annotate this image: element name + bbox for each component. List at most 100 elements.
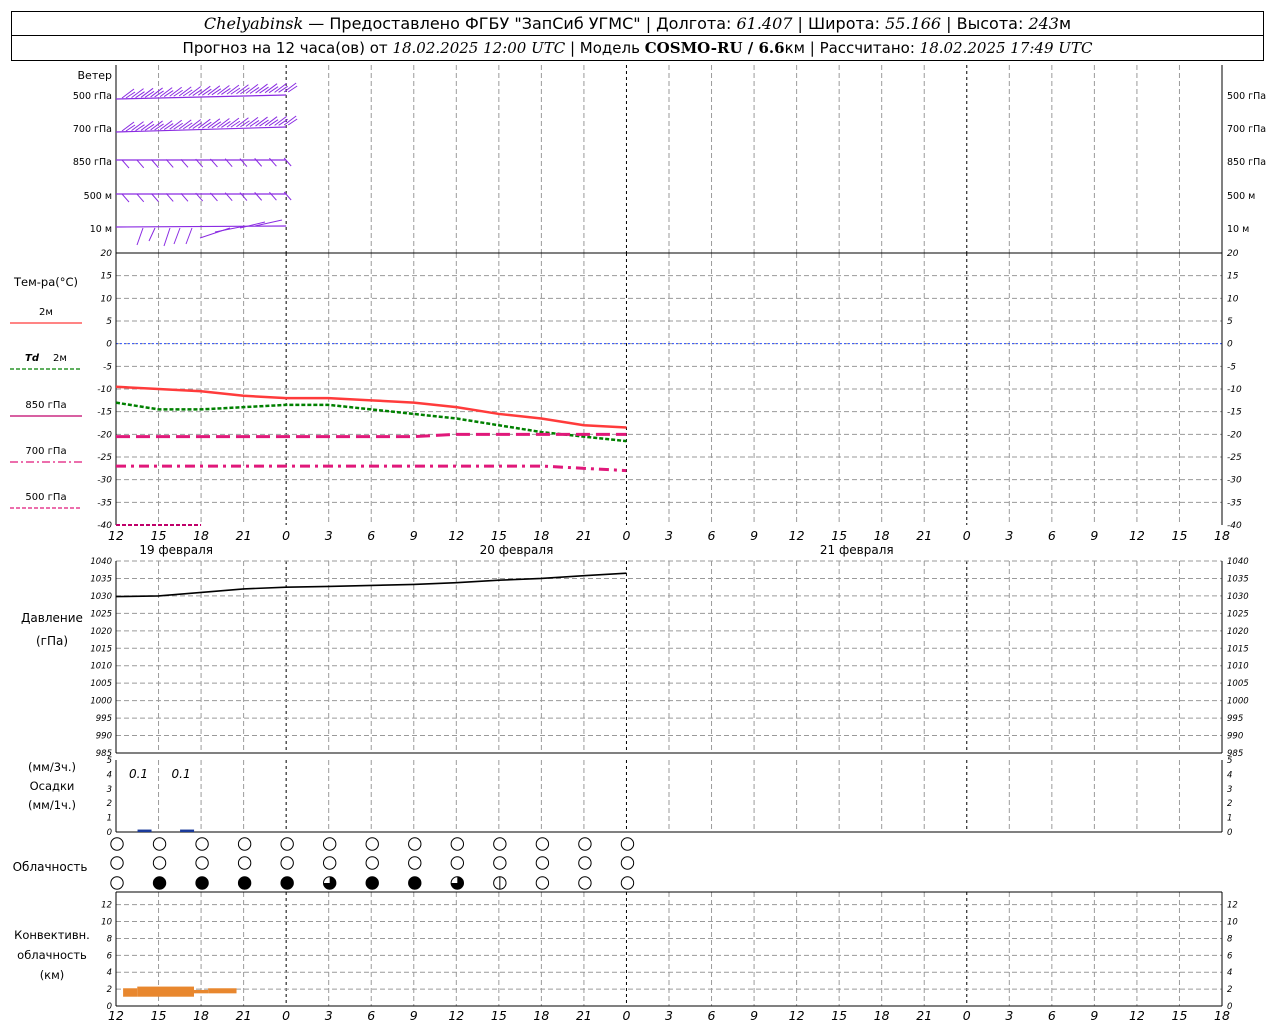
x-hour-label-lower: 18 xyxy=(1214,1008,1230,1023)
wind-barb-10m xyxy=(185,227,193,245)
wind-level-label-left: 700 гПа xyxy=(73,124,112,135)
temp-title: Тем-ра(°C) xyxy=(13,275,78,289)
cloud-cover-circle xyxy=(408,837,422,851)
temp-tick-left: -30 xyxy=(97,476,112,486)
pressure-tick-left: 1030 xyxy=(90,592,112,602)
pressure-title: Давление xyxy=(21,611,83,625)
wind-barb xyxy=(283,191,292,201)
temp-tick-right: 5 xyxy=(1227,317,1233,327)
x-hour-label-upper: 12 xyxy=(108,528,124,543)
temp-tick-right: -5 xyxy=(1227,362,1236,372)
wind-level-label-right: 850 гПа xyxy=(1227,157,1266,168)
wind-shaft xyxy=(115,225,287,228)
temp-tick-right: 15 xyxy=(1227,272,1239,282)
wind-barb-feather xyxy=(268,119,279,127)
x-hour-label-upper: 18 xyxy=(1214,528,1230,543)
wind-barb-10m xyxy=(173,227,181,245)
wind-barb-feather xyxy=(125,91,136,99)
x-hour-label-upper: 0 xyxy=(622,528,630,543)
legend-label: 500 гПа xyxy=(25,492,66,503)
cloud-cover-circle xyxy=(535,856,550,870)
wind-barb-feather xyxy=(287,118,298,126)
temp-tick-right: -25 xyxy=(1227,453,1242,463)
cloud-cover-circle xyxy=(152,876,167,890)
convective-tick-right: 10 xyxy=(1227,918,1238,928)
x-hour-label-upper: 21 xyxy=(916,528,932,543)
pressure-tick-left: 1015 xyxy=(90,644,112,654)
legend-label: 2м xyxy=(39,307,53,318)
x-hour-label-upper: 18 xyxy=(533,528,549,543)
x-hour-label-lower: 9 xyxy=(410,1008,418,1023)
convective-tick-left: 2 xyxy=(107,985,112,995)
wind-barb-feather xyxy=(173,122,183,130)
wind-barb-feather xyxy=(135,124,145,132)
convective-title-2: облачность xyxy=(17,948,87,962)
cloud-cover-circle xyxy=(450,837,465,851)
x-hour-label-upper: 21 xyxy=(236,528,252,543)
x-hour-label-lower: 18 xyxy=(533,1008,549,1023)
x-hour-label-upper: 15 xyxy=(831,528,847,543)
x-hour-label-upper: 15 xyxy=(151,528,167,543)
cloud-cover-circle xyxy=(280,837,294,851)
wind-barb-feather xyxy=(230,87,241,95)
wind-level-label-right: 500 гПа xyxy=(1227,91,1266,102)
temp-tick-right: -20 xyxy=(1227,430,1242,440)
wind-barb-feather xyxy=(211,88,222,96)
wind-barbs xyxy=(115,82,298,247)
convective-tick-right: 8 xyxy=(1227,934,1233,944)
precip-tick-left: 0 xyxy=(107,828,112,838)
legend-prefix: Td xyxy=(25,353,40,364)
temp-tick-left: -35 xyxy=(97,498,112,508)
precip-tick-left: 2 xyxy=(107,799,112,809)
cloud-cover-circle xyxy=(152,837,167,851)
x-hour-label-lower: 12 xyxy=(789,1008,805,1023)
meteogram-chart: Ветер 500 гПа 500 гПа 700 гПа 700 гПа 850 гПа… xyxy=(10,65,1266,1023)
x-hour-label-upper: 3 xyxy=(1005,528,1013,543)
precip-bar xyxy=(180,829,195,832)
wind-barb xyxy=(136,193,145,203)
cloud-cover-circle xyxy=(578,876,592,890)
precip-tick-right: 5 xyxy=(1227,756,1232,766)
wind-barb-feather xyxy=(202,121,212,129)
wind-barb xyxy=(121,159,130,169)
temp-tick-right: 0 xyxy=(1227,340,1233,350)
wind-barb-feather xyxy=(221,88,231,95)
pressure-unit: (гПа) xyxy=(36,634,68,648)
cloud-cover-circle xyxy=(195,876,209,890)
wind-barb-feather xyxy=(192,122,203,129)
cloud-cover-circle xyxy=(620,837,635,851)
pressure-tick-right: 1000 xyxy=(1227,697,1249,707)
temp-tick-left: -15 xyxy=(97,408,112,418)
x-hour-label-lower: 6 xyxy=(708,1008,716,1023)
x-hour-label-upper: 18 xyxy=(193,528,209,543)
wind-barb-feather xyxy=(173,89,183,97)
wind-title: Ветер xyxy=(78,69,112,82)
wind-level-label-left: 500 гПа xyxy=(73,91,112,102)
wind-barb-feather xyxy=(268,86,279,94)
wind-barb-feather xyxy=(163,90,174,98)
wind-barb-feather xyxy=(163,123,174,131)
x-hour-label-upper: 21 xyxy=(576,528,592,543)
x-hour-label-upper: 12 xyxy=(448,528,464,543)
cloud-cover-circle xyxy=(280,856,294,870)
wind-level-label-left: 10 м xyxy=(90,224,112,235)
x-hour-label-upper: 18 xyxy=(874,528,890,543)
x-hour-label-lower: 15 xyxy=(491,1008,507,1023)
convective-bars xyxy=(123,986,237,997)
wind-barb-feather xyxy=(135,91,145,99)
day-label: 19 февраля xyxy=(139,543,213,557)
wind-level-label-left: 500 м xyxy=(84,191,112,202)
pressure-tick-right: 1005 xyxy=(1227,679,1249,689)
cloud-cover-circle xyxy=(152,856,167,870)
x-hour-label-lower: 6 xyxy=(367,1008,375,1023)
temp-tick-left: 10 xyxy=(101,294,113,304)
pressure-tick-left: 990 xyxy=(96,732,112,742)
x-hour-label-upper: 9 xyxy=(750,528,758,543)
precip-tick-right: 3 xyxy=(1227,785,1232,795)
wind-barb xyxy=(165,159,174,168)
legend-label: 850 гПа xyxy=(25,400,66,411)
wind-barb xyxy=(136,159,145,169)
convective-tick-left: 8 xyxy=(107,934,113,944)
wind-barb-feather xyxy=(144,90,155,98)
day-label: 21 февраля xyxy=(820,543,894,557)
